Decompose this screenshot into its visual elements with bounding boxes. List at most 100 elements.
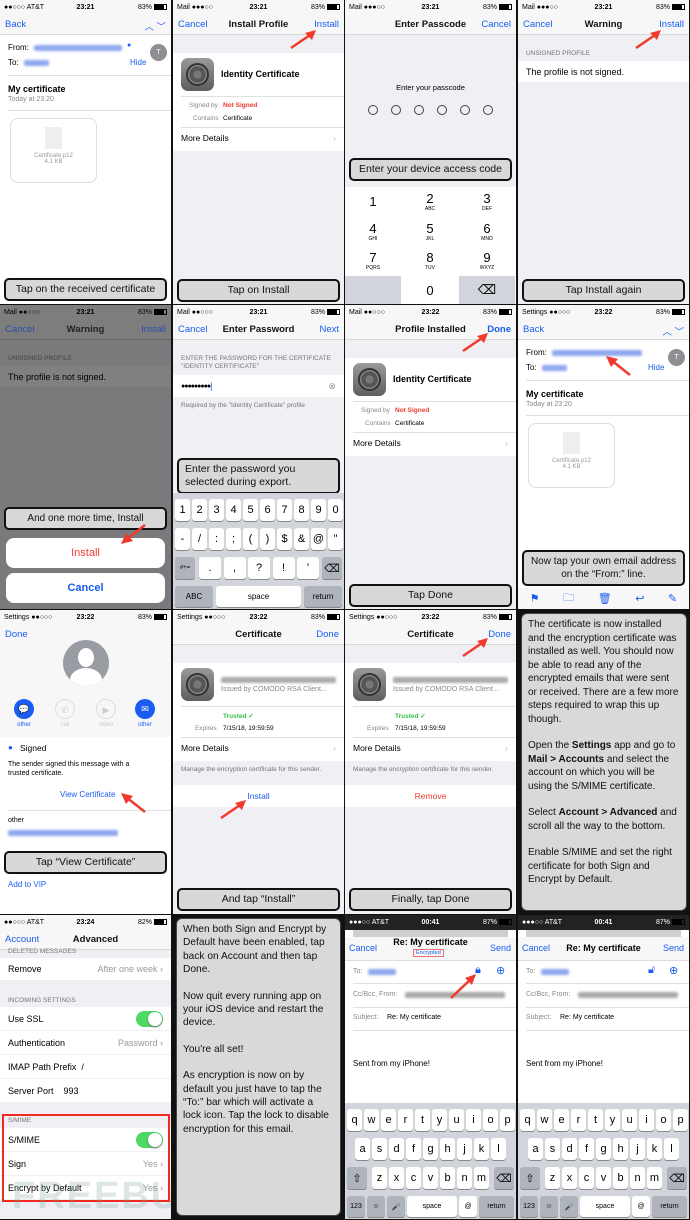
password-field[interactable]: ●●●●●●●●● | ⊗ bbox=[173, 375, 344, 397]
ssl-toggle[interactable] bbox=[136, 1011, 163, 1027]
keyboard-key[interactable]: o bbox=[656, 1109, 671, 1131]
keyboard-key[interactable]: h bbox=[440, 1138, 455, 1160]
flag-icon[interactable]: ⚑ bbox=[530, 592, 540, 605]
keyboard-key[interactable]: 6 bbox=[260, 499, 275, 521]
numpad-key[interactable]: 4 GHI bbox=[345, 216, 401, 246]
numpad-key[interactable]: 6 MNO bbox=[459, 216, 515, 246]
install-button[interactable]: Install bbox=[314, 19, 339, 30]
keyboard-key[interactable]: p bbox=[500, 1109, 515, 1131]
install-action-button[interactable]: Install bbox=[6, 538, 165, 568]
keyboard-key[interactable]: : bbox=[209, 528, 224, 550]
add-recipient-icon[interactable]: ⊕ bbox=[669, 964, 678, 977]
keyboard-key[interactable]: a bbox=[355, 1138, 370, 1160]
keyboard-key[interactable]: f bbox=[579, 1138, 594, 1160]
keyboard-key[interactable]: 3 bbox=[209, 499, 224, 521]
keyboard-key[interactable]: 5 bbox=[243, 499, 258, 521]
keyboard-key[interactable]: d bbox=[389, 1138, 404, 1160]
done-button[interactable]: Done bbox=[487, 324, 511, 335]
keyboard-key[interactable]: 8 bbox=[294, 499, 309, 521]
keyboard-key[interactable]: $ bbox=[277, 528, 292, 550]
trash-icon[interactable]: 🗑 bbox=[598, 592, 612, 605]
keyboard-key[interactable]: 🎤 bbox=[560, 1196, 578, 1217]
keyboard-key[interactable]: ) bbox=[260, 528, 275, 550]
from-address[interactable] bbox=[552, 350, 642, 356]
subject-field[interactable]: Re: My certificate bbox=[387, 1014, 441, 1021]
keyboard-key[interactable]: t bbox=[588, 1109, 603, 1131]
keyboard-key[interactable]: 2 bbox=[192, 499, 207, 521]
keyboard-key[interactable]: l bbox=[664, 1138, 679, 1160]
numpad-key[interactable]: 1 bbox=[345, 187, 401, 216]
keyboard-key[interactable]: r bbox=[571, 1109, 586, 1131]
keyboard-key[interactable]: j bbox=[457, 1138, 472, 1160]
numpad-key[interactable]: 2 ABC bbox=[402, 187, 458, 216]
keyboard-key[interactable]: / bbox=[192, 528, 207, 550]
keyboard-key[interactable]: q bbox=[520, 1109, 535, 1131]
prev-next-icons[interactable]: ︿ ﹀ bbox=[662, 324, 684, 338]
more-details-row[interactable]: More Details › bbox=[181, 743, 336, 753]
keyboard-key[interactable]: 9 bbox=[311, 499, 326, 521]
keyboard-key[interactable]: , bbox=[223, 557, 246, 579]
to-recipient[interactable] bbox=[368, 969, 396, 975]
keyboard-key[interactable]: return bbox=[304, 586, 342, 607]
keyboard-key[interactable]: v bbox=[423, 1167, 438, 1189]
keyboard-key[interactable]: x bbox=[389, 1167, 404, 1189]
keyboard-key[interactable]: c bbox=[406, 1167, 421, 1189]
keyboard-key[interactable]: ABC bbox=[175, 586, 213, 607]
keyboard-key[interactable]: n bbox=[457, 1167, 472, 1189]
keyboard-key[interactable]: ⌫ bbox=[322, 557, 342, 579]
imap-prefix-row[interactable]: IMAP Path Prefix / bbox=[0, 1055, 171, 1078]
numpad-key[interactable]: 5 JKL bbox=[402, 216, 458, 246]
keyboard-key[interactable]: 🎤 bbox=[387, 1196, 405, 1217]
folder-icon[interactable]: 🗀 bbox=[563, 589, 574, 608]
keyboard-key[interactable]: s bbox=[372, 1138, 387, 1160]
keyboard-key[interactable]: x bbox=[562, 1167, 577, 1189]
keyboard-key[interactable]: #+= bbox=[175, 557, 195, 579]
keyboard-key[interactable]: - bbox=[175, 528, 190, 550]
certificate-attachment[interactable]: Certificate.p12 4.1 KB bbox=[10, 118, 97, 183]
authentication-row[interactable]: Authentication Password › bbox=[0, 1031, 171, 1054]
keyboard-key[interactable]: n bbox=[630, 1167, 645, 1189]
keyboard-key[interactable]: . bbox=[199, 557, 221, 579]
subject-field[interactable]: Re: My certificate bbox=[560, 1014, 614, 1021]
keyboard-key[interactable]: 0 bbox=[328, 499, 343, 521]
keyboard-key[interactable]: 1 bbox=[175, 499, 190, 521]
install-button[interactable]: Install bbox=[659, 19, 684, 30]
keyboard-key[interactable]: ⇧ bbox=[520, 1167, 540, 1189]
keyboard-key[interactable]: w bbox=[364, 1109, 379, 1131]
compose-icon[interactable]: ✎ bbox=[668, 592, 677, 605]
keyboard-key[interactable]: space bbox=[580, 1196, 630, 1217]
keyboard-key[interactable]: ; bbox=[226, 528, 241, 550]
keyboard-key[interactable]: 123 bbox=[520, 1196, 538, 1217]
keyboard-key[interactable]: @ bbox=[459, 1196, 477, 1217]
keyboard-key[interactable]: u bbox=[449, 1109, 464, 1131]
keyboard-key[interactable]: o bbox=[483, 1109, 498, 1131]
message-body[interactable]: Sent from my iPhone! bbox=[526, 1059, 603, 1068]
keyboard-key[interactable]: g bbox=[423, 1138, 438, 1160]
remove-row[interactable]: Remove After one week › bbox=[0, 958, 171, 980]
keyboard-key[interactable]: g bbox=[596, 1138, 611, 1160]
install-button[interactable]: Install bbox=[141, 324, 166, 335]
add-to-vip-link[interactable]: Add to VIP bbox=[8, 880, 46, 889]
keyboard-key[interactable]: space bbox=[407, 1196, 457, 1217]
keyboard-key[interactable]: ? bbox=[248, 557, 270, 579]
keyboard-key[interactable]: ' bbox=[297, 557, 319, 579]
keyboard-key[interactable]: f bbox=[406, 1138, 421, 1160]
remove-button[interactable]: Remove bbox=[345, 785, 516, 807]
more-details-row[interactable]: More Details › bbox=[353, 438, 508, 448]
clear-icon[interactable]: ⊗ bbox=[328, 381, 336, 392]
keyboard-key[interactable]: q bbox=[347, 1109, 362, 1131]
keyboard-key[interactable]: 7 bbox=[277, 499, 292, 521]
next-button[interactable]: Next bbox=[319, 324, 339, 335]
keyboard-key[interactable]: 123 bbox=[347, 1196, 365, 1217]
hide-link[interactable]: Hide bbox=[648, 363, 664, 372]
back-button[interactable]: Back bbox=[523, 324, 544, 335]
keyboard-key[interactable]: b bbox=[440, 1167, 455, 1189]
numpad-key[interactable]: 8 TUV bbox=[402, 246, 458, 275]
to-recipient[interactable] bbox=[541, 969, 569, 975]
keyboard-key[interactable]: i bbox=[639, 1109, 654, 1131]
keyboard-key[interactable]: z bbox=[372, 1167, 387, 1189]
more-details-row[interactable]: More Details › bbox=[353, 743, 508, 753]
keyboard-key[interactable]: ⌫ bbox=[494, 1167, 514, 1189]
keyboard-key[interactable]: b bbox=[613, 1167, 628, 1189]
mail-icon[interactable]: ✉ bbox=[135, 699, 155, 719]
